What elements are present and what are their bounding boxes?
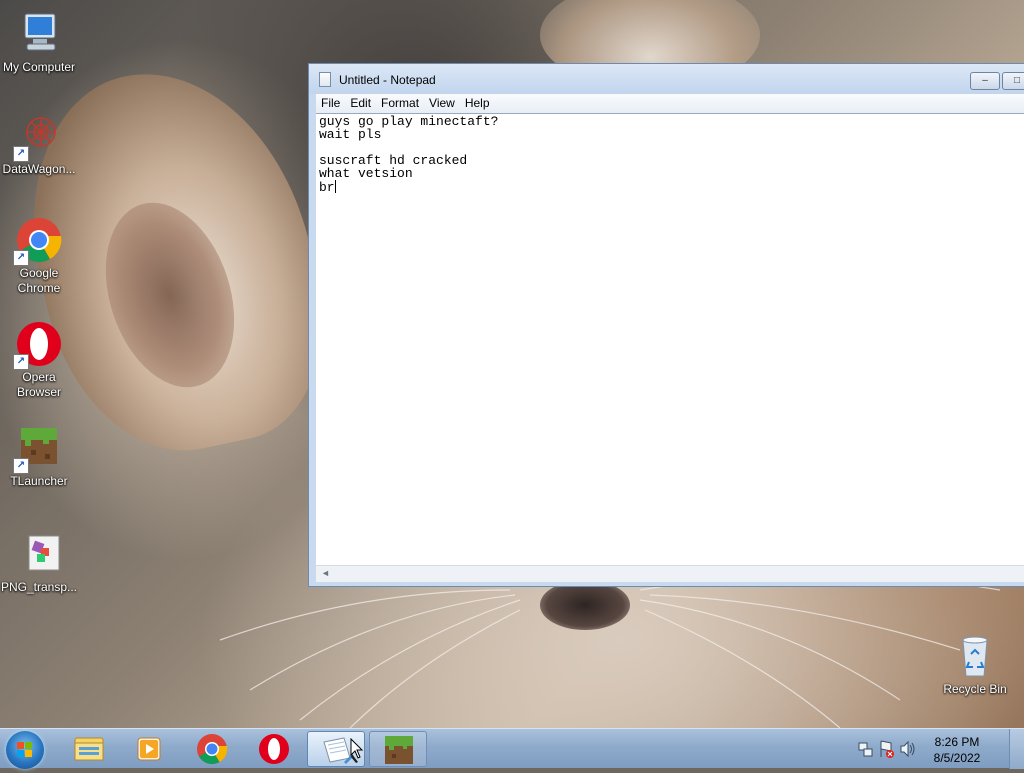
tlauncher-icon — [385, 736, 413, 764]
menu-edit[interactable]: Edit — [345, 94, 376, 113]
desktop-icon-tlauncher[interactable]: ↗ TLauncher — [0, 424, 78, 489]
desktop-icon-label: Google Chrome — [17, 266, 61, 295]
text-editor[interactable]: guys go play minectaft? wait pls suscraft … — [316, 113, 1024, 565]
shortcut-arrow-icon: ↗ — [13, 146, 29, 162]
taskbar-tlauncher-button[interactable] — [369, 731, 427, 767]
windows-logo-icon — [17, 742, 33, 758]
desktop-icon-google-chrome[interactable]: ↗ Google Chrome — [0, 216, 78, 296]
text-line: suscraft hd cracked — [319, 153, 468, 168]
network-icon[interactable] — [858, 742, 873, 757]
horizontal-scrollbar[interactable]: ◄ — [316, 565, 1024, 582]
menu-bar: File Edit Format View Help — [316, 94, 1024, 113]
menu-file[interactable]: File — [316, 94, 345, 113]
desktop-icon-recycle-bin[interactable]: Recycle Bin — [936, 632, 1014, 697]
text-line-last: br — [319, 180, 1024, 194]
desktop-icon-opera-browser[interactable]: ↗ Opera Browser — [0, 320, 78, 400]
mouse-cursor-icon — [350, 738, 364, 759]
scroll-left-icon[interactable]: ◄ — [321, 568, 330, 578]
menu-view[interactable]: View — [424, 94, 460, 113]
action-center-flag-icon[interactable] — [880, 740, 894, 758]
menu-format[interactable]: Format — [376, 94, 424, 113]
datawagon-icon: ↗ — [13, 112, 63, 162]
notepad-icon — [319, 72, 331, 87]
desktop-icon-my-computer[interactable]: My Computer — [0, 10, 78, 75]
taskbar-chrome-button[interactable] — [183, 731, 241, 767]
chrome-icon — [197, 734, 228, 765]
start-button[interactable] — [6, 731, 44, 769]
volume-icon[interactable] — [900, 740, 915, 758]
minimize-icon: ‒ — [982, 75, 988, 86]
text-line: what vetsion — [319, 166, 413, 181]
system-tray: 8:26 PM 8/5/2022 — [849, 729, 1024, 769]
shortcut-arrow-icon: ↗ — [13, 250, 29, 266]
desktop-icon-label: My Computer — [2, 60, 76, 74]
chrome-icon: ↗ — [13, 216, 63, 266]
text-line: guys go play minectaft? — [319, 114, 499, 129]
opera-icon — [259, 734, 289, 764]
clock-time: 8:26 PM — [934, 735, 980, 749]
desktop-icon-png-file[interactable]: PNG_transp... — [0, 530, 78, 595]
desktop-icon-label: Opera Browser — [16, 370, 61, 399]
desktop-icon-label: DataWagon... — [2, 162, 76, 176]
shortcut-arrow-icon: ↗ — [13, 458, 29, 474]
minimize-button[interactable]: ‒ — [970, 72, 1000, 90]
tlauncher-icon: ↗ — [13, 424, 63, 474]
text-line: wait pls — [319, 127, 382, 142]
desktop-icon-datawagon[interactable]: ↗ DataWagon... — [0, 112, 78, 177]
png-file-icon — [15, 530, 63, 578]
window-title: Untitled - Notepad — [339, 73, 436, 87]
maximize-button[interactable]: □ — [1002, 72, 1024, 90]
clock-date: 8/5/2022 — [933, 751, 981, 765]
text-line: br — [319, 180, 335, 195]
text-caret — [334, 180, 336, 193]
recycle-bin-icon — [951, 632, 999, 680]
notepad-window[interactable]: Untitled - Notepad ‒ □ File Edit Format Vie… — [308, 63, 1024, 587]
maximize-icon: □ — [1013, 75, 1021, 86]
taskbar-explorer-button[interactable] — [60, 731, 118, 767]
show-desktop-button[interactable] — [1009, 729, 1024, 769]
desktop-icon-label: PNG_transp... — [0, 580, 78, 594]
opera-icon: ↗ — [13, 320, 63, 370]
shortcut-arrow-icon: ↗ — [13, 354, 29, 370]
media-player-icon — [137, 737, 161, 761]
notepad-titlebar[interactable]: Untitled - Notepad ‒ □ — [309, 64, 1024, 94]
desktop-icon-label: TLauncher — [10, 474, 68, 488]
taskbar-opera-button[interactable] — [245, 731, 303, 767]
menu-help[interactable]: Help — [460, 94, 495, 113]
taskbar-media-player-button[interactable] — [121, 731, 179, 767]
desktop-icon-label: Recycle Bin — [943, 682, 1007, 696]
clock[interactable]: 8:26 PM 8/5/2022 — [921, 734, 993, 766]
computer-icon — [15, 10, 63, 58]
taskbar: 8:26 PM 8/5/2022 — [0, 728, 1024, 769]
explorer-icon — [74, 737, 104, 761]
